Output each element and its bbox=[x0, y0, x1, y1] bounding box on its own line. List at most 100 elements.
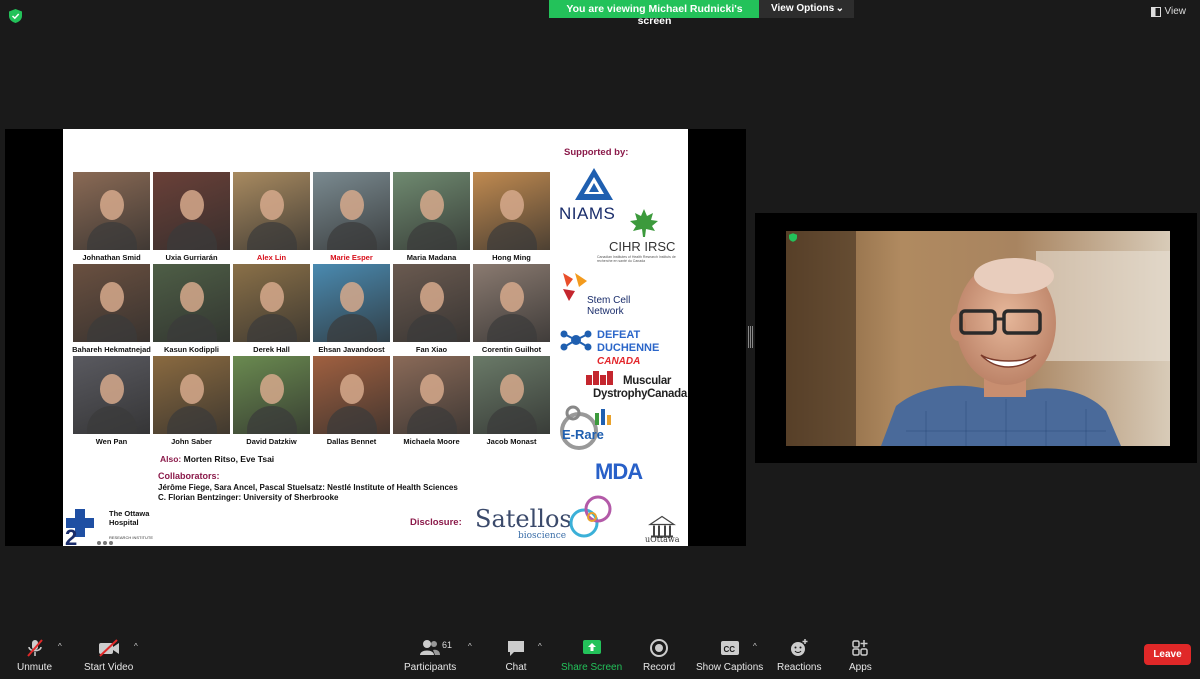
person-body bbox=[247, 222, 297, 250]
supported-by-heading: Supported by: bbox=[564, 147, 629, 158]
person-body bbox=[87, 222, 137, 250]
e-rare-text: E-Rare bbox=[562, 427, 604, 442]
person-silhouette bbox=[260, 282, 284, 312]
leave-button[interactable]: Leave bbox=[1144, 644, 1191, 665]
viewing-screen-text: You are viewing Michael Rudnicki's scree… bbox=[549, 0, 759, 27]
team-member-photo bbox=[233, 172, 310, 250]
person-silhouette bbox=[100, 190, 124, 220]
also-names: Morten Ritso, Eve Tsai bbox=[183, 454, 275, 464]
person-silhouette bbox=[340, 282, 364, 312]
chat-options-caret[interactable]: ^ bbox=[538, 642, 542, 651]
team-member-photo bbox=[73, 172, 150, 250]
team-member-card: David Datzkiw bbox=[233, 356, 310, 448]
captions-options-caret[interactable]: ^ bbox=[753, 642, 757, 651]
collaborators-heading: Collaborators: bbox=[158, 471, 220, 481]
record-icon bbox=[648, 638, 670, 658]
reactions-label: Reactions bbox=[777, 662, 822, 673]
disclosure-label: Disclosure: bbox=[410, 517, 462, 528]
team-member-name: Marie Esper bbox=[330, 253, 373, 262]
start-video-button[interactable]: Start Video bbox=[84, 638, 133, 673]
team-member-name: Uxia Gurriarán bbox=[165, 253, 218, 262]
team-member-photo bbox=[313, 356, 390, 434]
team-member-photo bbox=[393, 264, 470, 342]
share-screen-label: Share Screen bbox=[561, 662, 623, 673]
participants-count: 61 bbox=[442, 640, 453, 650]
audio-options-caret[interactable]: ^ bbox=[58, 642, 62, 651]
muted-microphone-icon bbox=[24, 638, 46, 658]
security-shield-icon[interactable] bbox=[9, 9, 22, 23]
captions-icon: CC bbox=[719, 638, 741, 658]
team-member-photo bbox=[473, 172, 550, 250]
chat-label: Chat bbox=[505, 662, 527, 673]
video-options-caret[interactable]: ^ bbox=[134, 642, 138, 651]
team-member-photo bbox=[233, 356, 310, 434]
person-body bbox=[327, 222, 377, 250]
participants-label: Participants bbox=[404, 662, 457, 673]
cihr-leaf-icon bbox=[630, 209, 658, 237]
team-member-name: David Datzkiw bbox=[246, 437, 297, 446]
photo-row: Bahareh Hekmatnejad Kasun Kodippli Derek H… bbox=[72, 264, 553, 356]
team-member-card: Maria Madana bbox=[393, 172, 470, 264]
team-member-photo bbox=[313, 264, 390, 342]
apps-label: Apps bbox=[849, 662, 872, 673]
chat-button[interactable]: Chat bbox=[505, 638, 527, 673]
team-member-name: Ehsan Javandoost bbox=[318, 345, 385, 354]
satellos-circles-icon bbox=[569, 495, 612, 538]
person-silhouette bbox=[420, 282, 444, 312]
view-button[interactable]: View bbox=[1150, 6, 1186, 17]
start-video-label: Start Video bbox=[84, 662, 134, 673]
person-body bbox=[247, 314, 297, 342]
team-member-photo bbox=[393, 356, 470, 434]
team-member-card: Bahareh Hekmatnejad bbox=[72, 264, 151, 356]
person-body bbox=[167, 222, 217, 250]
satellos-subtitle: bioscience bbox=[518, 531, 567, 541]
person-body bbox=[487, 314, 537, 342]
participants-options-caret[interactable]: ^ bbox=[468, 642, 472, 651]
team-member-photo bbox=[393, 172, 470, 250]
ottawa-hospital-line-2: Hospital bbox=[109, 518, 139, 527]
person-body bbox=[167, 314, 217, 342]
participant-video bbox=[786, 231, 1170, 446]
person-body bbox=[407, 314, 457, 342]
uottawa-text: uOttawa bbox=[645, 535, 680, 544]
person-silhouette bbox=[500, 374, 524, 404]
presentation-slide: Supported by: Johnathan Smid Uxia Gurriar… bbox=[63, 129, 688, 546]
team-member-card: Hong Ming bbox=[473, 172, 550, 264]
defeat-duchenne-icon bbox=[560, 330, 592, 351]
person-body bbox=[247, 406, 297, 434]
team-member-name: Alex Lin bbox=[256, 253, 287, 262]
team-member-photo bbox=[313, 172, 390, 250]
unmute-button[interactable]: Unmute bbox=[17, 638, 52, 673]
team-member-card: Michaela Moore bbox=[393, 356, 470, 448]
team-member-card: Corentin Guilhot bbox=[473, 264, 550, 356]
apps-button[interactable]: Apps bbox=[849, 638, 872, 673]
participants-icon bbox=[419, 638, 441, 658]
muscular-dystrophy-text: Muscular DystrophyCanada bbox=[593, 375, 687, 401]
team-member-photo bbox=[153, 264, 230, 342]
team-member-photo bbox=[73, 264, 150, 342]
person-body bbox=[327, 314, 377, 342]
collaborators-line-2: C. Florian Bentzinger: University of She… bbox=[158, 493, 339, 502]
photo-row: Johnathan Smid Uxia Gurriarán Alex Lin Mari… bbox=[73, 172, 553, 264]
share-screen-button[interactable]: Share Screen bbox=[561, 638, 622, 673]
person-silhouette bbox=[260, 374, 284, 404]
collaborators-line-1: Jérôme Fiege, Sara Ancel, Pascal Stuelsa… bbox=[158, 483, 458, 492]
team-member-photo bbox=[153, 172, 230, 250]
person-body bbox=[167, 406, 217, 434]
person-body bbox=[87, 314, 137, 342]
team-member-name: Johnathan Smid bbox=[82, 253, 141, 262]
split-view-divider[interactable] bbox=[748, 326, 753, 348]
screen-share-banner: You are viewing Michael Rudnicki's scree… bbox=[549, 0, 854, 27]
participant-video-tile[interactable] bbox=[755, 213, 1197, 463]
share-screen-icon bbox=[581, 638, 603, 658]
participant-security-icon bbox=[789, 233, 797, 242]
team-member-card: Ehsan Javandoost bbox=[313, 264, 390, 356]
person-silhouette bbox=[100, 374, 124, 404]
record-button[interactable]: Record bbox=[643, 638, 675, 673]
person-silhouette bbox=[340, 374, 364, 404]
view-options-button[interactable]: View Options ⌄ bbox=[759, 0, 854, 18]
person-body bbox=[407, 222, 457, 250]
reactions-button[interactable]: Reactions bbox=[777, 638, 821, 673]
apps-icon bbox=[849, 638, 871, 658]
person-body bbox=[407, 406, 457, 434]
